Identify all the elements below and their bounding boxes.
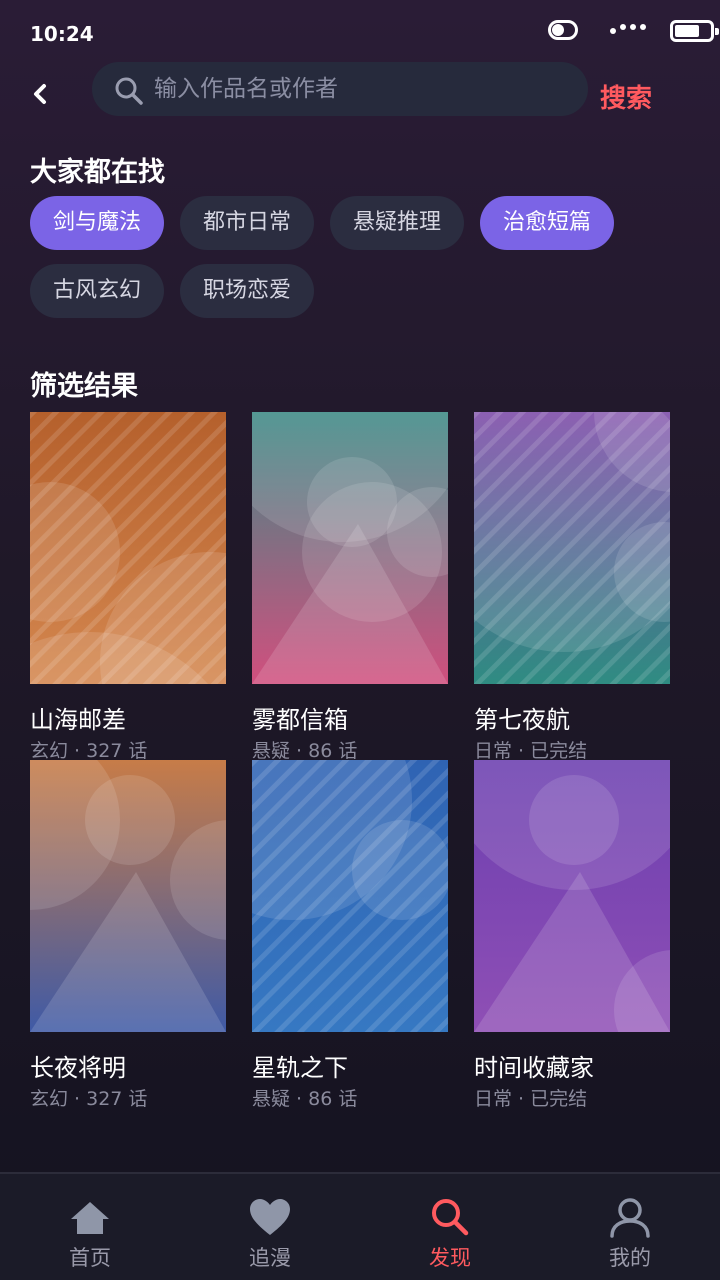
comic-cover [474,412,670,684]
nav-item-profile[interactable]: 我的 [540,1174,720,1280]
comic-title: 时间收藏家 [474,1054,594,1082]
cover-art [474,412,670,684]
tag-item[interactable]: 职场恋爱 [180,264,314,318]
search-submit-button[interactable]: 搜索 [600,76,652,116]
home-icon [71,1202,109,1234]
comic-title: 星轨之下 [252,1054,348,1082]
comic-cover [474,760,670,1032]
comic-title: 第七夜航 [474,706,570,734]
comic-meta: 日常 · 已完结 [474,740,588,762]
search-input[interactable] [154,70,574,108]
status-time: 10:24 [30,22,94,46]
bottom-nav: 首页 追漫 发现 我的 [0,1172,720,1280]
results-section-title: 筛选结果 [30,371,138,402]
comic-meta: 玄幻 · 327 话 [30,740,148,762]
search-box[interactable] [92,62,588,116]
comic-cover [30,760,226,1032]
comic-meta: 日常 · 已完结 [474,1088,588,1110]
cover-art [30,412,226,684]
hot-section-title: 大家都在找 [30,157,165,188]
cover-art [30,760,226,1032]
tag-item[interactable]: 悬疑推理 [330,196,464,250]
comic-title: 长夜将明 [30,1054,126,1082]
tag-item[interactable]: 治愈短篇 [480,196,614,250]
status-bar: 10:24 [0,0,720,64]
comic-meta: 玄幻 · 327 话 [30,1088,148,1110]
cover-art [252,412,448,684]
comic-meta: 悬疑 · 86 话 [252,1088,358,1110]
nav-label: 发现 [429,1246,471,1270]
tag-item[interactable]: 古风玄幻 [30,264,164,318]
cover-art [252,760,448,1032]
nav-label: 我的 [609,1246,651,1270]
profile-icon [610,1198,650,1238]
comic-title: 雾都信箱 [252,706,348,734]
cover-art [474,760,670,1032]
back-button[interactable] [22,74,58,114]
search-icon [432,1199,469,1236]
battery-icon [670,20,719,42]
comic-title: 山海邮差 [30,706,126,734]
comic-cover [252,760,448,1032]
tag-item[interactable]: 都市日常 [180,196,314,250]
comic-meta: 悬疑 · 86 话 [252,740,358,762]
nav-item-follow[interactable]: 追漫 [180,1174,360,1280]
signal-icon [610,22,646,34]
comic-cover [30,412,226,684]
chevron-left-icon [34,84,46,104]
heart-icon [250,1199,290,1235]
search-icon [115,77,143,105]
tag-item[interactable]: 剑与魔法 [30,196,164,250]
nav-label: 首页 [69,1246,111,1270]
nav-item-discover[interactable]: 发现 [360,1174,540,1280]
nav-label: 追漫 [249,1246,291,1270]
comic-cover [252,412,448,684]
nav-item-home[interactable]: 首页 [0,1174,180,1280]
toggle-icon [548,20,578,40]
